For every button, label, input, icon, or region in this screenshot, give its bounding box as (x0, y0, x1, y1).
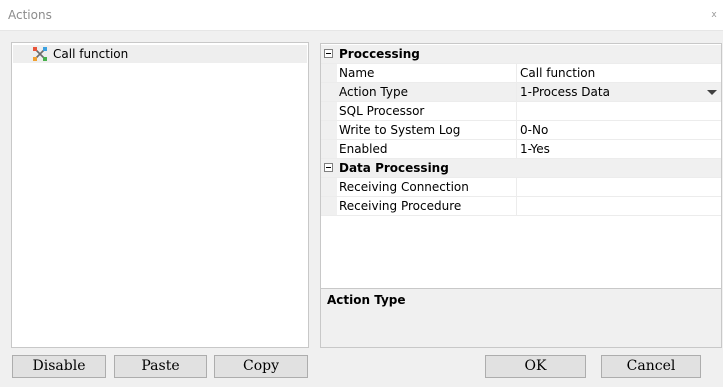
property-name: Receiving Connection (339, 180, 469, 194)
property-row-receiving-procedure[interactable]: Receiving Procedure (321, 197, 721, 216)
ok-button[interactable]: OK (485, 355, 586, 378)
property-row-enabled[interactable]: Enabled 1-Yes (321, 140, 721, 159)
cancel-button[interactable]: Cancel (601, 355, 701, 378)
copy-button[interactable]: Copy (214, 355, 308, 378)
property-name: SQL Processor (339, 104, 425, 118)
paste-button[interactable]: Paste (114, 355, 207, 378)
property-name: Name (339, 66, 375, 80)
disable-button[interactable]: Disable (12, 355, 106, 378)
property-grid[interactable]: Proccessing Name Call function Action Ty… (320, 43, 722, 348)
property-row-action-type[interactable]: Action Type 1-Process Data (321, 83, 721, 102)
property-name: Enabled (339, 142, 388, 156)
property-value[interactable]: Call function (520, 66, 595, 80)
property-name: Write to System Log (339, 123, 461, 137)
property-row-write-to-system-log[interactable]: Write to System Log 0-No (321, 121, 721, 140)
property-row-sql-processor[interactable]: SQL Processor (321, 102, 721, 121)
property-value[interactable]: 0-No (520, 123, 548, 137)
category-proccessing[interactable]: Proccessing (321, 45, 721, 64)
property-name: Action Type (339, 85, 408, 99)
dropdown-arrow-icon[interactable] (707, 90, 717, 95)
property-description: Action Type (321, 288, 721, 347)
close-button[interactable]: x (707, 6, 721, 24)
category-label: Data Processing (339, 161, 449, 175)
description-title: Action Type (327, 293, 406, 307)
property-name: Receiving Procedure (339, 199, 462, 213)
property-value[interactable]: 1-Process Data (520, 85, 610, 99)
collapse-icon[interactable] (324, 163, 333, 172)
tree-item-call-function[interactable]: Call function (13, 45, 307, 63)
category-data-processing[interactable]: Data Processing (321, 159, 721, 178)
property-row-receiving-connection[interactable]: Receiving Connection (321, 178, 721, 197)
property-row-name[interactable]: Name Call function (321, 64, 721, 83)
collapse-icon[interactable] (324, 49, 333, 58)
tree-item-label: Call function (53, 47, 129, 61)
action-tree[interactable]: Call function (11, 42, 309, 348)
property-value[interactable]: 1-Yes (520, 142, 550, 156)
window-title: Actions (8, 8, 52, 22)
function-icon (33, 47, 47, 61)
window-titlebar: Actions x (0, 0, 723, 31)
category-label: Proccessing (339, 47, 420, 61)
